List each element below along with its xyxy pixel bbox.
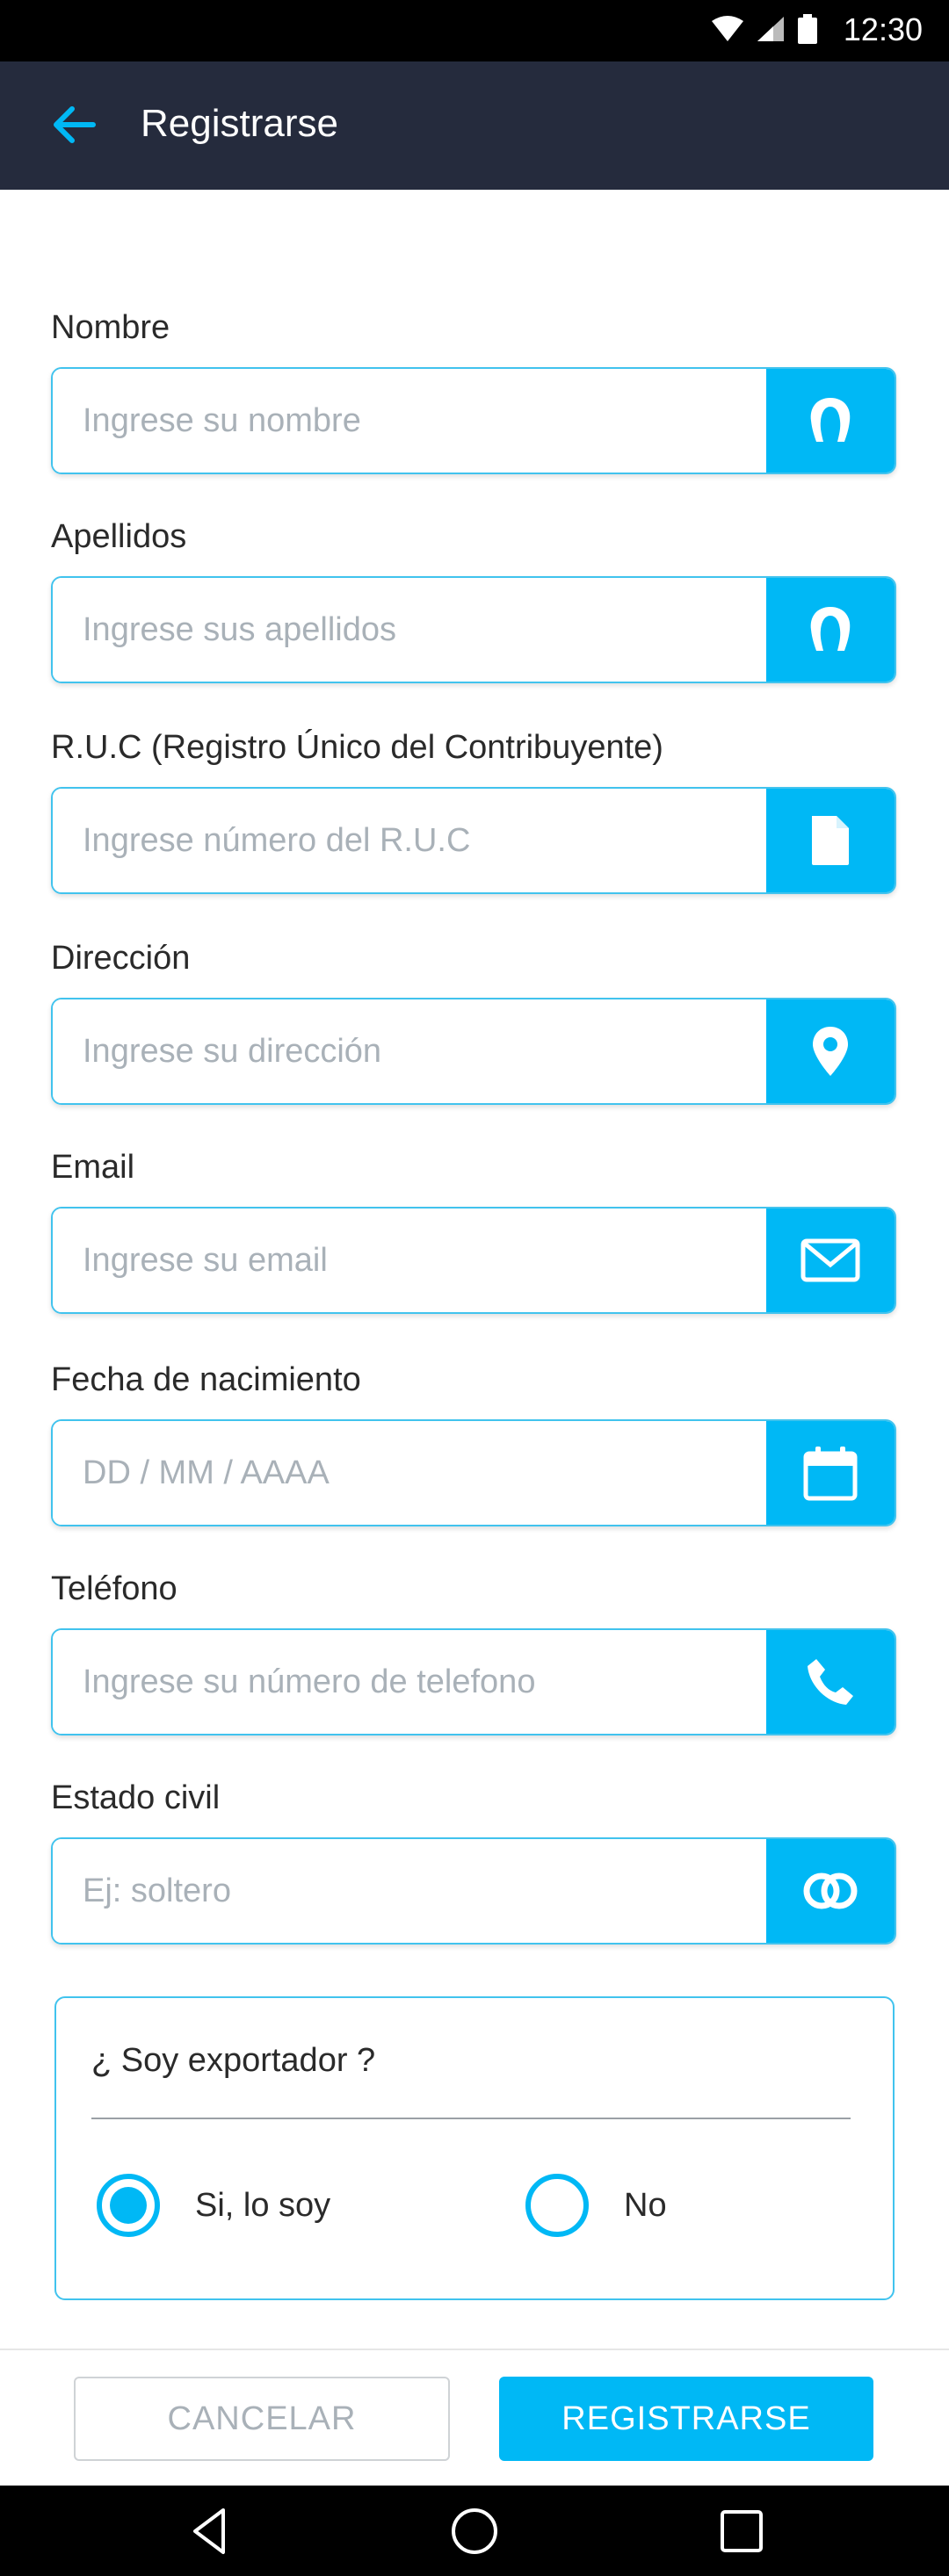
apellidos-input[interactable] [53,578,766,682]
telefono-input[interactable] [53,1630,766,1734]
exporter-question: ¿ Soy exportador ? [91,2042,376,2079]
app-bar: Registrarse [0,61,949,190]
input-group [51,787,896,894]
nav-recents-icon[interactable] [715,2505,768,2558]
cancel-button[interactable]: CANCELAR [74,2377,450,2461]
icon-button[interactable] [766,369,895,473]
status-bar: 12:30 [0,0,949,61]
register-button[interactable]: REGISTRARSE [499,2377,873,2461]
nav-home-icon[interactable] [448,2505,501,2558]
field-label: Email [51,1149,135,1186]
user-icon [810,398,851,442]
field-direccion: Dirección [51,940,896,1105]
field-fecha-nacimiento: Fecha de nacimiento [51,1361,896,1526]
field-label: Fecha de nacimiento [51,1361,361,1398]
icon-button[interactable] [766,999,895,1103]
input-group [51,1419,896,1526]
field-label: Nombre [51,309,170,346]
input-group [51,998,896,1105]
document-icon [812,816,849,865]
system-nav-bar [0,2486,949,2576]
radio-unselected-icon [525,2174,589,2237]
exporter-panel: ¿ Soy exportador ? Si, lo soy No [54,1996,895,2300]
wifi-icon [712,16,743,41]
rings-icon [803,1872,858,1909]
field-ruc: R.U.C (Registro Único del Contribuyente) [51,729,896,894]
action-bar: CANCELAR REGISTRARSE [0,2349,949,2486]
nombre-input[interactable] [53,369,766,473]
nav-back-icon[interactable] [185,2505,237,2558]
back-arrow-icon[interactable] [49,100,98,149]
battery-icon [798,14,817,44]
icon-button[interactable] [766,1421,895,1525]
mail-icon [800,1238,860,1282]
field-telefono: Teléfono [51,1570,896,1735]
icon-button[interactable] [766,789,895,892]
signal-icon [757,17,784,41]
field-label: Teléfono [51,1570,177,1607]
radio-label: Si, lo soy [195,2186,331,2224]
estado-civil-input[interactable] [53,1839,766,1943]
input-group [51,1207,896,1314]
field-email: Email [51,1149,896,1314]
user-icon [810,607,851,651]
calendar-icon [803,1447,858,1501]
field-apellidos: Apellidos [51,518,896,683]
input-group [51,1628,896,1735]
field-label: Estado civil [51,1779,221,1816]
icon-button[interactable] [766,578,895,682]
icon-button[interactable] [766,1630,895,1734]
field-nombre: Nombre [51,309,896,474]
direccion-input[interactable] [53,999,766,1103]
page-title: Registrarse [141,102,338,145]
radio-label: No [624,2186,667,2224]
icon-button[interactable] [766,1209,895,1312]
input-group [51,367,896,474]
ruc-input[interactable] [53,789,766,892]
phone-icon [808,1659,853,1705]
radio-si[interactable]: Si, lo soy [97,2174,330,2237]
field-label: Apellidos [51,518,187,555]
field-label: Dirección [51,940,191,977]
radio-selected-icon [97,2174,160,2237]
input-group [51,1837,896,1945]
email-input[interactable] [53,1209,766,1312]
status-time: 12:30 [843,11,923,47]
divider [91,2118,851,2119]
radio-no[interactable]: No [525,2174,667,2237]
icon-button[interactable] [766,1839,895,1943]
field-label: R.U.C (Registro Único del Contribuyente) [51,729,663,766]
fecha-nacimiento-input[interactable] [53,1421,766,1525]
input-group [51,576,896,683]
location-pin-icon [813,1027,848,1076]
field-estado-civil: Estado civil [51,1779,896,1945]
